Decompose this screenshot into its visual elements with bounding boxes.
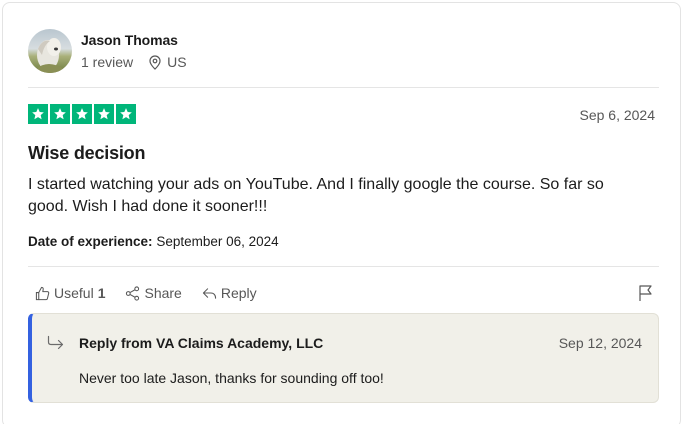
reply-button[interactable]: Reply [202,285,257,301]
reply-arrow-icon [47,335,64,350]
useful-button[interactable]: Useful 1 [35,285,105,301]
flag-icon [639,285,652,301]
useful-count: 1 [97,285,106,301]
company-reply: Reply from VA Claims Academy, LLC Sep 12… [28,313,659,403]
reply-arrow-icon [202,287,216,299]
thumbs-up-icon [35,286,50,300]
share-button[interactable]: Share [125,285,182,301]
review-date: Sep 6, 2024 [579,107,655,123]
reply-title: Reply from VA Claims Academy, LLC [79,335,324,351]
share-label: Share [144,285,182,301]
star-icon [50,104,70,124]
share-icon [126,285,140,301]
useful-label: Useful [54,285,94,301]
reply-text: Never too late Jason, thanks for soundin… [79,370,384,386]
reviewer-location: US [149,53,187,71]
review-count: 1 review [81,54,134,70]
star-icon [28,104,48,124]
divider [28,266,659,267]
star-icon [72,104,92,124]
divider [28,87,659,88]
date-of-experience: Date of experience: September 06, 2024 [28,234,279,249]
review-actions: Useful 1 Share Reply [35,285,277,301]
reviewer-header: Jason Thomas 1 review US [28,28,187,74]
reply-date: Sep 12, 2024 [558,335,642,351]
reply-label: Reply [220,285,257,301]
star-icon [94,104,114,124]
review-title[interactable]: Wise decision [28,143,145,164]
reviewer-name[interactable]: Jason Thomas [81,31,187,49]
avatar[interactable] [28,29,72,73]
report-flag-button[interactable] [638,284,653,307]
star-rating [28,104,136,124]
review-body: I started watching your ads on YouTube. … [28,176,604,215]
review-card: Jason Thomas 1 review US Sep 6, 2024 Wis… [2,2,681,424]
reviewer-country: US [167,54,187,70]
star-icon [116,104,136,124]
location-pin-icon [149,54,161,70]
experience-date: September 06, 2024 [156,234,279,249]
experience-label: Date of experience: [28,234,153,249]
